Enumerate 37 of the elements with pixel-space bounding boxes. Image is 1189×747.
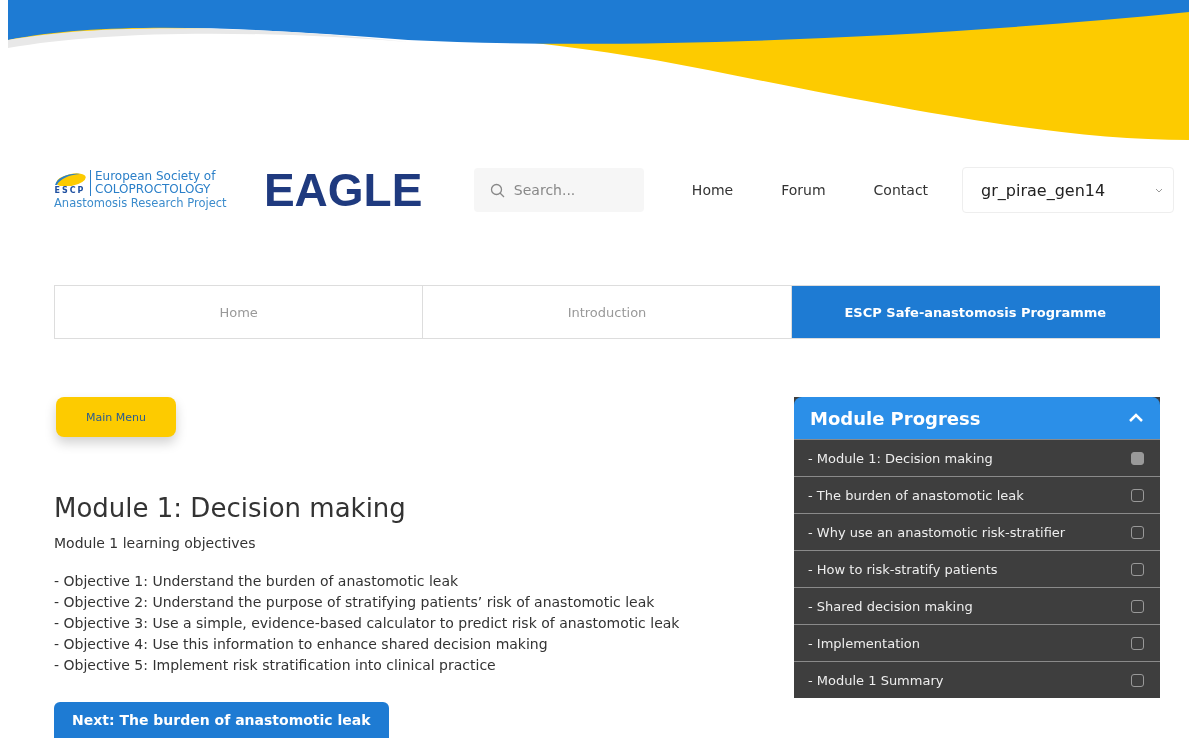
objective-text: - Objective 4: Use this information to enhance shared decision making: [54, 635, 549, 654]
tab[interactable]: ESCP Safe-anastomosis Programme: [791, 286, 1160, 338]
next-button[interactable]: Next: The burden of anastomotic leak: [54, 702, 389, 738]
progress-item[interactable]: - Shared decision making: [794, 587, 1160, 624]
user-dropdown[interactable]: gr_pirae_gen14: [962, 167, 1174, 213]
checkbox[interactable]: [1131, 599, 1144, 613]
nav-link[interactable]: Home: [691, 182, 734, 198]
logo-text: European Society of: [95, 170, 216, 183]
checkbox[interactable]: [1131, 525, 1144, 539]
logo-mark: ESCP: [54, 185, 86, 195]
logo-text: COLOPROCTOLOGY: [95, 183, 212, 196]
brand-logo: EAGLE: [263, 163, 424, 217]
checkbox[interactable]: [1131, 488, 1144, 502]
chevron-down-icon: [1155, 187, 1163, 193]
swoosh-icon: [54, 171, 86, 186]
checkbox[interactable]: [1131, 636, 1144, 650]
progress-item[interactable]: - How to risk-stratify patients: [794, 550, 1160, 587]
progress-item[interactable]: - Implementation: [794, 624, 1160, 661]
main-menu-button[interactable]: Main Menu: [56, 397, 176, 437]
panel-title: Module Progress: [810, 407, 981, 429]
objective-text: - Objective 5: Implement risk stratification into clinical practice: [54, 656, 497, 675]
nav-link[interactable]: Forum: [781, 182, 826, 198]
checkbox[interactable]: [1131, 562, 1144, 576]
objective-text: - Objective 3: Use a simple, evidence-based calculator to predict risk of anastomotic leak: [54, 614, 680, 633]
search-field[interactable]: Search...: [473, 168, 644, 212]
checkbox[interactable]: [1131, 673, 1144, 687]
progress-item[interactable]: - Why use an anastomotic risk-stratifier: [794, 513, 1160, 550]
module-title: Module 1: Decision making: [54, 493, 406, 523]
objective-text: - Objective 1: Understand the burden of anastomotic leak: [54, 572, 460, 591]
progress-item[interactable]: - The burden of anastomotic leak: [794, 476, 1160, 513]
section-subtitle: Module 1 learning objectives: [54, 535, 256, 551]
progress-item[interactable]: - Module 1 Summary: [794, 661, 1160, 698]
logo-subtitle: Anastomosis Research Project: [54, 196, 227, 210]
checkbox[interactable]: [1131, 451, 1144, 465]
nav-link[interactable]: Contact: [873, 182, 929, 198]
objective-text: - Objective 2: Understand the purpose of stratifying patients’ risk of anastomotic leak: [54, 593, 656, 612]
progress-item[interactable]: - Module 1: Decision making: [794, 439, 1160, 476]
